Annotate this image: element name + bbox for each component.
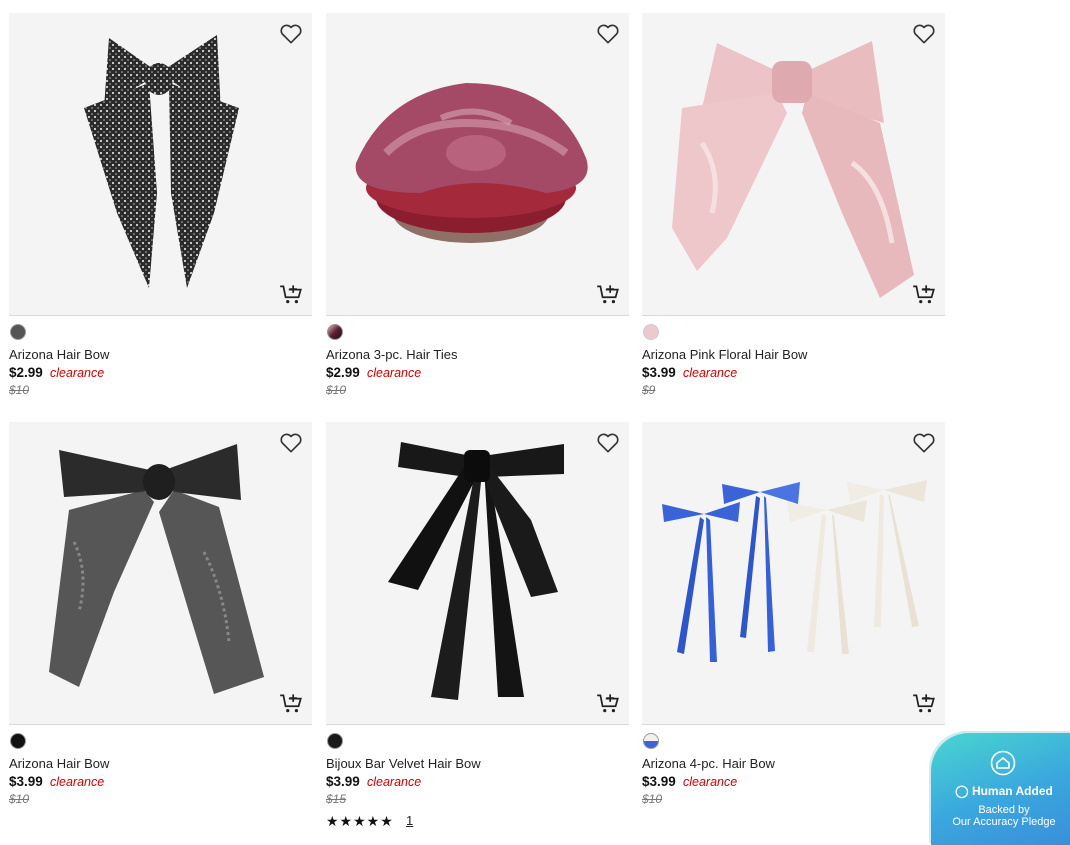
product-name[interactable]: Arizona 3-pc. Hair Ties [326,347,458,362]
product-image[interactable] [9,422,312,725]
original-price: $10 [9,383,30,397]
heart-icon[interactable] [278,21,304,47]
product-price: $2.99 [326,365,360,380]
original-price: $10 [326,383,347,397]
product-name[interactable]: Arizona 4-pc. Hair Bow [642,756,775,771]
heart-icon[interactable] [911,21,937,47]
black-floral-hair-bow-image [84,35,239,288]
product-price: $3.99 [326,774,360,789]
cart-plus-icon[interactable] [595,690,621,716]
black-velvet-hair-bow-image [388,442,564,700]
velvet-hair-ties-image [355,83,588,243]
clearance-label: clearance [683,775,738,789]
product-price: $3.99 [642,774,676,789]
product-card[interactable]: Arizona Hair Bow $2.99 clearance $10 [9,13,312,397]
color-swatch[interactable] [327,733,343,749]
house-icon [990,750,1016,776]
product-name[interactable]: Arizona Hair Bow [9,347,109,362]
black-lace-hair-bow-image [49,444,264,694]
color-swatch[interactable] [10,733,26,749]
blue-cream-hair-bows-image [662,480,927,662]
color-swatch[interactable] [643,733,659,749]
accuracy-pledge-badge[interactable]: ◯ Human Added Backed by Our Accuracy Ple… [931,733,1070,845]
product-card[interactable]: Bijoux Bar Velvet Hair Bow $3.99 clearan… [326,422,629,829]
color-swatch[interactable] [643,324,659,340]
heart-icon[interactable] [595,430,621,456]
review-count-link[interactable]: 1 [406,813,413,828]
product-card[interactable]: Arizona Pink Floral Hair Bow $3.99 clear… [642,13,945,397]
original-price: $15 [326,792,347,806]
pink-floral-hair-bow-image [672,41,914,298]
product-price: $3.99 [642,365,676,380]
cart-plus-icon[interactable] [911,690,937,716]
heart-icon[interactable] [278,430,304,456]
clearance-label: clearance [683,366,738,380]
cart-plus-icon[interactable] [595,281,621,307]
product-image[interactable] [326,13,629,316]
heart-icon[interactable] [595,21,621,47]
rating-stars: ★★★★★ [326,813,394,829]
cart-plus-icon[interactable] [278,281,304,307]
original-price: $9 [642,383,656,397]
product-name[interactable]: Bijoux Bar Velvet Hair Bow [326,756,481,771]
check-circle-icon: ◯ [955,784,969,798]
badge-subtitle: Backed by Our Accuracy Pledge [952,804,1056,828]
cart-plus-icon[interactable] [911,281,937,307]
clearance-label: clearance [50,775,105,789]
product-price: $3.99 [9,774,43,789]
product-name[interactable]: Arizona Pink Floral Hair Bow [642,347,807,362]
clearance-label: clearance [50,366,105,380]
color-swatch[interactable] [327,324,343,340]
product-name[interactable]: Arizona Hair Bow [9,756,109,771]
heart-icon[interactable] [911,430,937,456]
badge-title: ◯ Human Added [955,784,1053,798]
product-card[interactable]: Arizona 4-pc. Hair Bow $3.99 clearance $… [642,422,945,806]
product-card[interactable]: Arizona 3-pc. Hair Ties $2.99 clearance … [326,13,629,397]
product-image[interactable] [642,422,945,725]
color-swatch[interactable] [10,324,26,340]
clearance-label: clearance [367,775,422,789]
product-image[interactable] [642,13,945,316]
original-price: $10 [642,792,663,806]
product-card[interactable]: Arizona Hair Bow $3.99 clearance $10 [9,422,312,806]
product-image[interactable] [9,13,312,316]
product-price: $2.99 [9,365,43,380]
cart-plus-icon[interactable] [278,690,304,716]
product-image[interactable] [326,422,629,725]
clearance-label: clearance [367,366,422,380]
original-price: $10 [9,792,30,806]
